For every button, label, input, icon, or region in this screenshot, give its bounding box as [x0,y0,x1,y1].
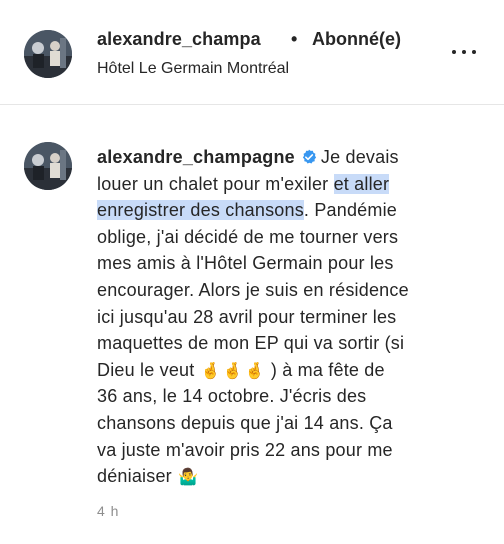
caption-line: mes amis à l'Hôtel Germain pour les [97,253,394,274]
crossed-fingers-emoji-icon: 🤞 [244,362,265,380]
crossed-fingers-emoji-icon: 🤞 [200,362,221,380]
caption-line: chansons depuis que j'ai 14 ans. Ça [97,412,393,433]
caption-line: alexandre_champagne Je devais [97,144,487,171]
more-options-icon[interactable] [452,42,476,62]
caption-line: déniaiser 🤷‍♂️ [97,463,487,490]
caption-line: 36 ans, le 14 octobre. J'écris des [97,386,367,407]
caption-line: Dieu le veut 🤞 🤞 🤞 ) à ma fête de [97,357,487,384]
caption-line: oblige, j'ai décidé de me tourner vers [97,226,399,247]
comment-avatar[interactable] [24,142,72,190]
location-link[interactable]: Hôtel Le Germain Montréal [97,60,289,78]
highlighted-text: et aller [333,173,390,194]
caption-line: maquettes de mon EP qui va sortir (si [97,333,405,354]
follow-status-button[interactable]: Abonné(e) [312,29,401,50]
caption-line: va juste m'avoir pris 22 ans pour me [97,439,393,460]
more-dot [462,50,466,54]
caption-segment: déniaiser [97,466,172,487]
post-header: alexandre_champa • Abonné(e) Hôtel Le Ge… [0,0,504,105]
caption-segment: louer un chalet pour m'exiler [97,173,334,194]
caption-line: encourager. Alors je suis en résidence [97,279,409,300]
verified-badge-icon [302,149,316,164]
highlighted-text: enregistrer des chansons [97,200,304,221]
comment-username[interactable]: alexandre_champagne [97,147,295,167]
caption-segment: ) à ma fête de [270,359,385,380]
header-avatar[interactable] [24,30,72,78]
caption-segment: Dieu le veut [97,359,195,380]
caption-line: ici jusqu'au 28 avril pour terminer les [97,306,397,327]
caption-text: alexandre_champagne Je devais louer un ch… [97,144,487,490]
caption-segment: Je devais [320,147,399,167]
crossed-fingers-emoji-icon: 🤞 [222,362,243,380]
caption-segment: . Pandémie [303,200,397,221]
header-username[interactable]: alexandre_champa [97,29,261,50]
more-dot [452,50,456,54]
comment-timestamp[interactable]: 4 h [97,503,119,519]
caption-line: louer un chalet pour m'exiler et aller [97,171,487,198]
header-separator: • [291,29,298,49]
more-dot [472,50,476,54]
shrug-emoji-icon: 🤷‍♂️ [178,469,199,487]
caption-line: enregistrer des chansons. Pandémie [97,197,487,224]
